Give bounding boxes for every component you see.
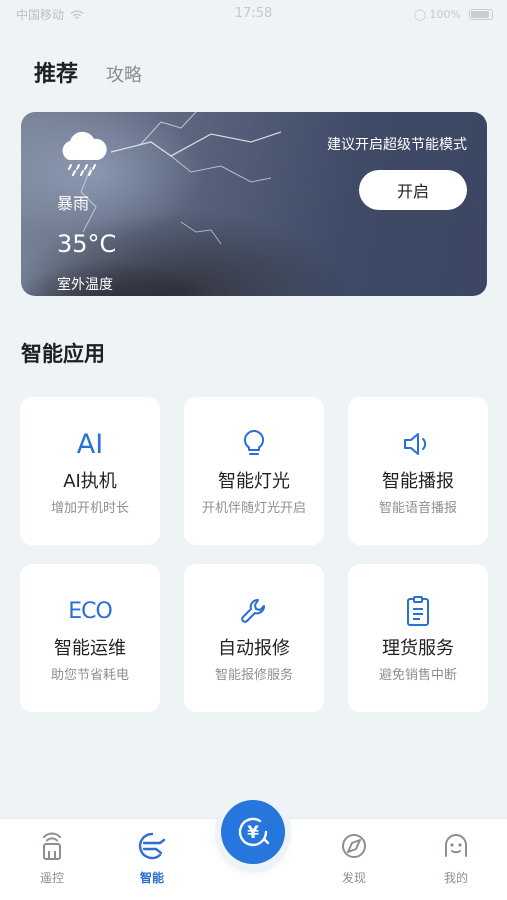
nav-label: 发现 xyxy=(341,871,366,885)
nav-item-smart[interactable]: 智能 xyxy=(122,831,182,886)
app-title: AI执机 xyxy=(63,471,117,492)
weather-card: 暴雨 35°C 室外温度 建议开启超级节能模式 开启 xyxy=(21,112,487,296)
discover-icon xyxy=(342,834,366,858)
status-right: ◯ 100% xyxy=(414,8,493,21)
remote-icon xyxy=(43,832,61,860)
app-title: 理货服务 xyxy=(382,638,454,659)
status-right-label: ◯ 100% xyxy=(413,8,461,21)
page: 中国移动 17:58 ◯ 100% 推荐 攻略 暴雨 35°C 室外温度 建议开… xyxy=(0,0,507,900)
status-bar: 中国移动 17:58 ◯ 100% xyxy=(0,0,507,30)
ai-icon: AI xyxy=(20,425,160,463)
top-tabs: 推荐 攻略 xyxy=(34,56,142,88)
eco-icon: ECO xyxy=(20,592,160,630)
profile-icon xyxy=(445,834,467,857)
app-title: 智能播报 xyxy=(382,471,454,492)
ai-icon-text: AI xyxy=(76,428,104,460)
wrench-icon xyxy=(184,592,324,630)
app-title: 智能灯光 xyxy=(218,471,290,492)
nav-label: 智能 xyxy=(139,871,164,885)
smart-icon xyxy=(138,832,166,860)
app-title: 自动报修 xyxy=(218,638,290,659)
weather-label: 室外温度 xyxy=(57,277,113,293)
app-subtitle: 开机伴随灯光开启 xyxy=(201,501,306,516)
eco-icon-text: ECO xyxy=(68,598,113,624)
app-subtitle: 增加开机时长 xyxy=(50,501,129,516)
app-card-lighting[interactable]: 智能灯光 开机伴随灯光开启 xyxy=(184,397,324,545)
rain-cloud-icon xyxy=(62,131,107,176)
energy-tip: 建议开启超级节能模式 xyxy=(327,137,467,153)
nav-item-remote[interactable]: 遥控 xyxy=(22,831,82,886)
app-title: 智能运维 xyxy=(54,638,126,659)
nav-label: 我的 xyxy=(443,871,468,885)
center-yen-button[interactable]: ¥ xyxy=(221,800,285,864)
app-card-ai[interactable]: AI AI执机 增加开机时长 xyxy=(20,397,160,545)
enable-button[interactable]: 开启 xyxy=(359,170,467,210)
app-subtitle: 避免销售中断 xyxy=(378,668,457,683)
tab-guide[interactable]: 攻略 xyxy=(106,61,142,87)
app-card-repair[interactable]: 自动报修 智能报修服务 xyxy=(184,564,324,712)
speaker-icon xyxy=(348,425,488,463)
weather-condition: 暴雨 xyxy=(57,194,90,213)
clipboard-icon xyxy=(348,592,488,630)
svg-text:¥: ¥ xyxy=(247,823,259,843)
section-title: 智能应用 xyxy=(21,342,105,366)
yen-icon: ¥ xyxy=(238,817,270,847)
app-card-stock[interactable]: 理货服务 避免销售中断 xyxy=(348,564,488,712)
app-card-maintenance[interactable]: ECO 智能运维 助您节省耗电 xyxy=(20,564,160,712)
app-card-broadcast[interactable]: 智能播报 智能语音播报 xyxy=(348,397,488,545)
weather-temperature: 35°C xyxy=(57,230,117,258)
battery-icon xyxy=(469,9,493,20)
app-subtitle: 智能报修服务 xyxy=(214,668,293,683)
bulb-icon xyxy=(184,425,324,463)
app-subtitle: 智能语音播报 xyxy=(378,501,457,516)
app-subtitle: 助您节省耗电 xyxy=(50,668,129,683)
nav-item-profile[interactable]: 我的 xyxy=(426,831,486,886)
tab-recommend[interactable]: 推荐 xyxy=(34,56,78,88)
nav-item-discover[interactable]: 发现 xyxy=(324,831,384,886)
nav-label: 遥控 xyxy=(39,871,64,885)
